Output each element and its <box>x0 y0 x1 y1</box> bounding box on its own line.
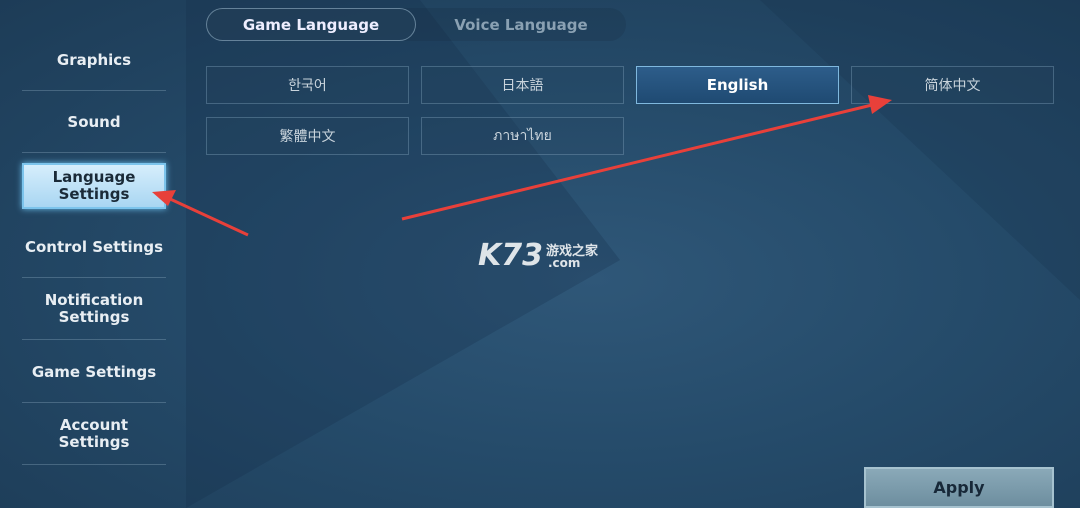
tab-game-language[interactable]: Game Language <box>206 8 416 41</box>
sidebar-item-label: Account Settings <box>58 416 130 451</box>
sidebar-item-graphics[interactable]: Graphics <box>22 29 166 91</box>
language-option-simplified-chinese[interactable]: 简体中文 <box>851 66 1054 104</box>
language-option-english[interactable]: English <box>636 66 839 104</box>
sidebar-item-sound[interactable]: Sound <box>22 91 166 153</box>
tab-voice-language[interactable]: Voice Language <box>416 8 626 41</box>
sidebar-item-game-settings[interactable]: Game Settings <box>22 341 166 403</box>
language-option-traditional-chinese[interactable]: 繁體中文 <box>206 117 409 155</box>
sidebar-item-label: Sound <box>67 112 121 131</box>
sidebar-item-label: Control Settings <box>24 237 164 256</box>
sidebar-item-label: Notification Settings <box>44 291 144 326</box>
language-option-korean[interactable]: 한국어 <box>206 66 409 104</box>
language-option-japanese[interactable]: 日本語 <box>421 66 624 104</box>
watermark-logo: K73 游戏之家 .com <box>478 238 599 273</box>
language-option-thai[interactable]: ภาษาไทย <box>421 117 624 155</box>
sidebar-item-label: Graphics <box>56 50 132 69</box>
settings-sidebar: Graphics Sound Language Settings Control… <box>0 0 186 508</box>
sidebar-item-control-settings[interactable]: Control Settings <box>22 216 166 278</box>
sidebar-item-label: Game Settings <box>31 362 157 381</box>
sidebar-item-label: Language Settings <box>52 168 136 203</box>
sidebar-item-notification-settings[interactable]: Notification Settings <box>22 278 166 340</box>
apply-button[interactable]: Apply <box>864 467 1054 508</box>
language-tabs: Game Language Voice Language <box>206 8 626 41</box>
sidebar-item-account-settings[interactable]: Account Settings <box>22 403 166 465</box>
sidebar-item-language-settings[interactable]: Language Settings <box>22 163 166 209</box>
